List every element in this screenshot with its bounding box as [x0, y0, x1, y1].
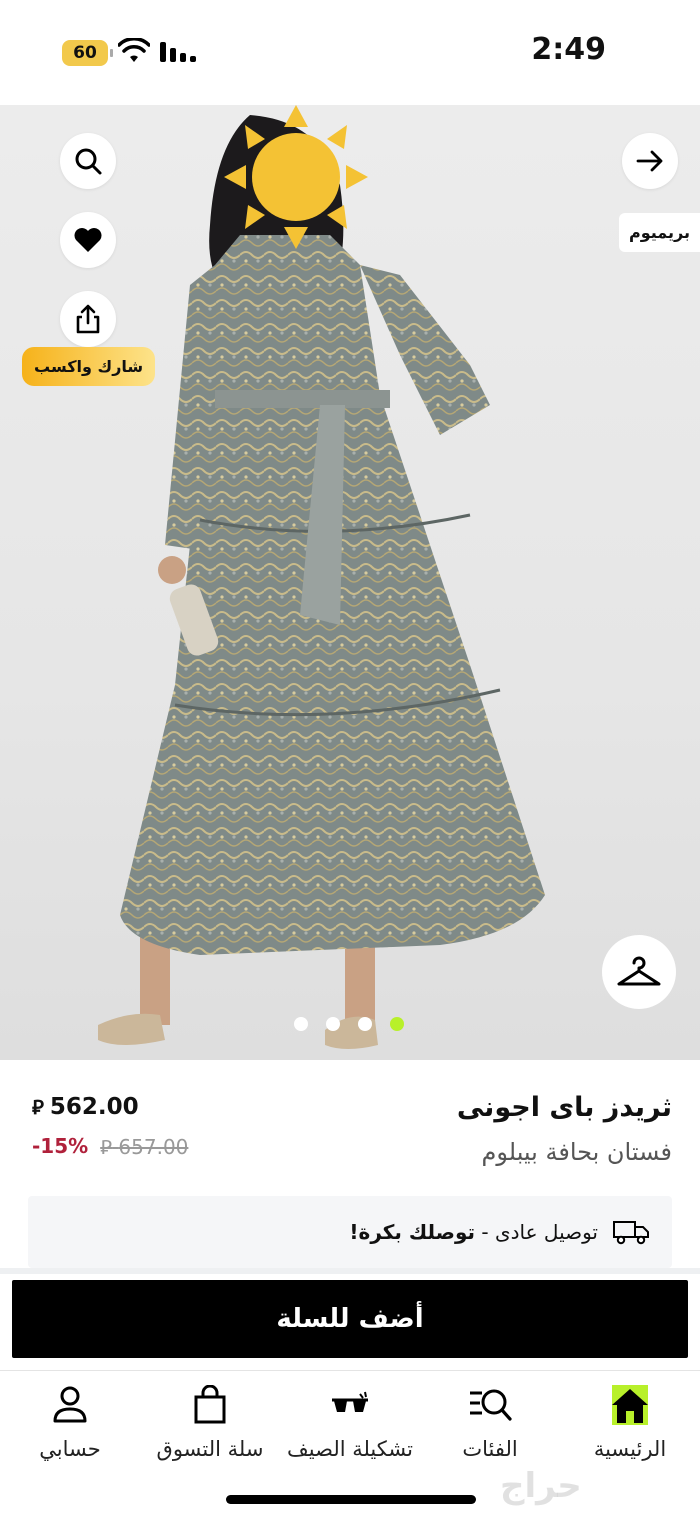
back-button[interactable]: [622, 133, 678, 189]
hanger-icon: [617, 956, 661, 986]
pagination-dot[interactable]: [358, 1017, 372, 1031]
search-button[interactable]: [60, 133, 116, 189]
user-icon: [53, 1386, 87, 1423]
wishlist-button[interactable]: [60, 212, 116, 268]
currency-symbol: ⃁: [32, 1095, 44, 1119]
signal-icon: [160, 42, 196, 62]
product-brand[interactable]: ثريدز باى اجونى: [457, 1092, 672, 1123]
pagination-dot[interactable]: [326, 1017, 340, 1031]
share-button[interactable]: [60, 291, 116, 347]
truck-icon: [613, 1221, 649, 1245]
current-price: ⃁ 562.00: [32, 1094, 139, 1120]
heart-icon: [74, 228, 102, 252]
shopping-bag-icon: [194, 1385, 226, 1424]
product-info: ثريدز باى اجونى فستان بحافة بيبلوم ⃁ 562.…: [0, 1060, 700, 1280]
nav-item-cart[interactable]: سلة التسوق: [140, 1381, 280, 1461]
price-value: 562.00: [49, 1094, 139, 1120]
watermark: حراج: [500, 1466, 582, 1506]
nav-item-summer-collection[interactable]: تشكيلة الصيف: [280, 1381, 420, 1461]
status-bar: 60 2:49: [0, 0, 700, 105]
search-icon: [75, 148, 102, 175]
product-image-gallery[interactable]: شارك واكسب بريميوم: [0, 105, 700, 1060]
nav-label-summer-collection: تشكيلة الصيف: [287, 1437, 413, 1461]
nav-label-cart: سلة التسوق: [156, 1437, 264, 1461]
nav-item-home[interactable]: الرئيسية: [560, 1381, 700, 1461]
arrow-right-icon: [636, 150, 663, 172]
product-name: فستان بحافة بيبلوم: [481, 1138, 672, 1166]
nav-label-categories: الفئات: [462, 1437, 518, 1461]
add-to-cart-button[interactable]: أضف للسلة: [12, 1280, 688, 1358]
old-price: ⃁ 657.00: [100, 1135, 189, 1159]
battery-level: 60: [73, 43, 97, 63]
clock: 2:49: [531, 32, 606, 67]
discount-badge: -15%: [32, 1134, 89, 1158]
categories-search-icon: [470, 1389, 512, 1421]
old-price-row: -15% ⃁ 657.00: [32, 1134, 188, 1160]
pagination-dot-active[interactable]: [390, 1017, 404, 1031]
share-and-earn-badge[interactable]: شارك واكسب: [22, 347, 156, 386]
premium-tag: بريميوم: [619, 213, 700, 252]
similar-items-button[interactable]: [602, 935, 676, 1009]
home-indicator[interactable]: [226, 1495, 476, 1504]
share-icon: [76, 304, 100, 334]
nav-item-account[interactable]: حسابي: [0, 1381, 140, 1461]
divider: [0, 1268, 700, 1274]
nav-label-home: الرئيسية: [593, 1437, 667, 1461]
delivery-text: توصيل عادى - توصلك بكرة!: [349, 1220, 598, 1244]
sunglasses-icon: [332, 1391, 368, 1412]
image-pagination: [294, 1017, 404, 1031]
battery-icon: 60: [62, 40, 113, 66]
nav-item-categories[interactable]: الفئات: [420, 1381, 560, 1461]
wifi-icon: [118, 38, 150, 62]
pagination-dot[interactable]: [294, 1017, 308, 1031]
delivery-info: توصيل عادى - توصلك بكرة!: [28, 1196, 672, 1268]
nav-label-account: حسابي: [39, 1437, 101, 1461]
home-icon: [612, 1385, 648, 1425]
